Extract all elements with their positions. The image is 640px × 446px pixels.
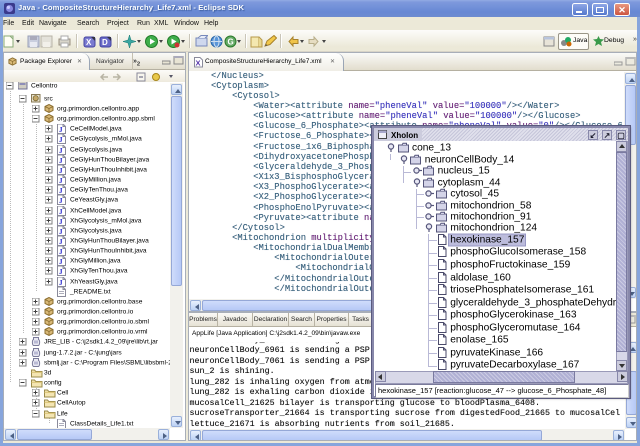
- svg-text:X: X: [196, 59, 201, 68]
- svg-text:D: D: [102, 38, 108, 47]
- svg-text:G: G: [228, 38, 234, 47]
- svg-text:X: X: [86, 38, 92, 47]
